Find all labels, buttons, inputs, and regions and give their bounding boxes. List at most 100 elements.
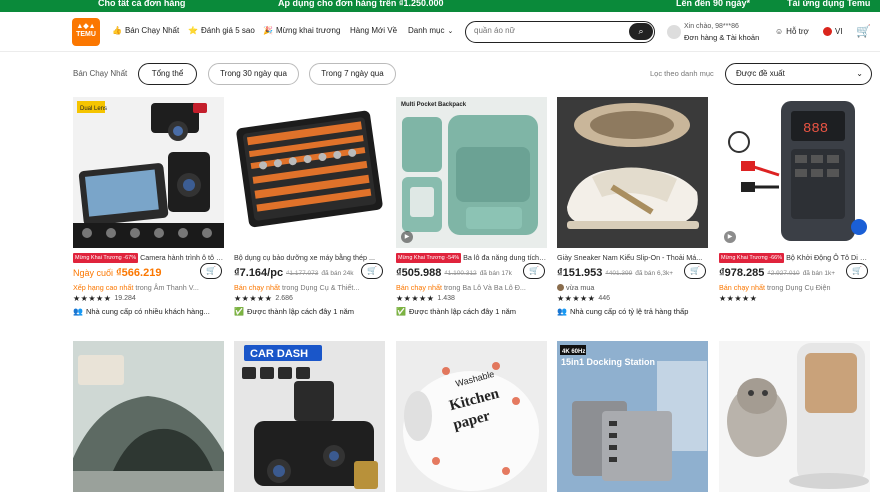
pill-7-days[interactable]: Trong 7 ngày qua [309,63,396,85]
recent-buyer-text: vừa mua [557,283,708,292]
product-price: ₫151.953 [557,267,603,279]
cart-icon[interactable]: 🛒 [856,24,871,38]
search-button[interactable]: ⌕ [629,23,653,40]
product-image[interactable] [73,341,224,492]
add-to-cart-button[interactable]: 🛒 [523,263,545,279]
nav-label: Danh mục [408,26,445,35]
pill-30-days[interactable]: Trong 30 ngày qua [208,63,299,85]
original-price: ₫1.100.312 [444,269,477,277]
discount-badge: Mừng Khai Trương -54% [396,252,462,263]
backpack-image: Multi Pocket Backpack [396,97,547,248]
rating-count: 1.438 [437,295,455,302]
ranking-highlight: Xếp hạng cao nhất [73,283,134,292]
add-to-cart-button[interactable]: 🛒 [200,263,222,279]
ranking-highlight: Bán chạy nhất [234,283,280,292]
add-to-cart-button[interactable]: 🛒 [846,263,868,279]
seller-info: ✅ Được thành lập cách đây 1 năm [396,307,547,316]
language-selector[interactable]: VI [823,27,843,36]
promo-center: Áp dụng cho đơn hàng trên ₫1.250.000 [278,0,444,8]
nav-label: Hàng Mới Về [350,26,398,35]
jump-starter-image: 888 [719,97,870,248]
temu-logo[interactable]: ▲◆▲ TEMU [72,18,100,46]
play-video-icon[interactable]: ▶ [401,231,413,243]
product-image[interactable] [234,97,385,248]
nav-label: Mừng khai trương [275,26,341,35]
dual-lens-tag: Dual Lens [80,106,107,112]
help-link[interactable]: ☺ Hỗ trợ [775,27,809,36]
rating-row: ★★★★★ 446 [557,294,708,303]
vietnam-flag-icon [823,27,832,36]
nav-categories[interactable]: Danh mục ⌄ [408,26,453,35]
dashcam-image: Dual Lens [73,97,224,248]
product-title[interactable]: Bộ dụng cụ bảo dưỡng xe máy bằng thép ..… [234,253,375,262]
display-digits: 888 [803,121,828,137]
original-price: ₫2.927.010 [767,269,800,277]
party-icon: 🎉 [263,26,273,35]
rating-count: 19.284 [114,295,136,302]
nav-best-sellers[interactable]: 👍 Bán Chạy Nhất [112,26,179,35]
thumbs-up-icon: 👍 [112,26,122,35]
discount-badge: Mừng Khai Trương -67% [73,252,139,263]
ranking-category: trong Âm Thanh V... [133,283,199,292]
ranking-text: Xếp hạng cao nhất trong Âm Thanh V... [73,283,224,292]
sold-count: đã bán 24k [321,269,354,277]
nav-label: Bán Chạy Nhất [124,26,180,35]
nav-new-arrivals[interactable]: Hàng Mới Về [350,26,397,35]
pill-overall[interactable]: Tổng thể [138,63,197,85]
search-input[interactable] [474,26,624,35]
help-label: Hỗ trợ [786,27,809,36]
car-dash-image: CAR DASH [234,341,385,492]
star-rating: ★★★★★ [73,294,112,303]
product-image[interactable]: CAR DASH [234,341,385,492]
section-label: Bán Chạy Nhất [73,69,128,78]
star-rating: ★★★★★ [396,294,435,303]
headset-icon: ☺ [775,27,784,36]
discount-badge: Mừng Khai Trương -66% [719,252,785,263]
search-bar: ⌕ [465,21,655,43]
promo-left: Cho tất cả đơn hàng [98,0,186,8]
product-price: ₫566.219 [116,267,162,279]
product-title-row: Mừng Khai Trương -67% Camera hành trình … [73,252,224,263]
tool-set-image [234,97,385,248]
product-image[interactable] [719,341,870,492]
seller-text: Nhà cung cấp có nhiều khách hàng... [85,307,210,316]
add-to-cart-button[interactable]: 🛒 [684,263,706,279]
star-rating: ★★★★★ [557,294,596,303]
seller-text: Được thành lập cách đây 1 năm [408,307,517,316]
cart-plus-icon: 🛒 [852,266,862,275]
product-image[interactable]: 888 ▶ [719,97,870,248]
kitchen-paper-image: Washable Kitchen paper [396,341,547,492]
users-icon: 👥 [73,307,83,316]
product-image[interactable]: 4K 60Hz 15in1 Docking Station [557,341,708,492]
product-title[interactable]: Ba lô đa năng dung tích lớ... [463,253,547,262]
add-to-cart-button[interactable]: 🛒 [361,263,383,279]
rating-count: 2.686 [275,295,293,302]
seller-text: Nhà cung cấp có tỷ lệ trả hàng thấp [569,307,689,316]
product-image[interactable]: Dual Lens [73,97,224,248]
product-title[interactable]: Bộ Khởi Động Ô Tô Di Độn... [786,253,870,262]
product-title[interactable]: Camera hành trình ô tô 10... [140,253,224,262]
account-greeting: Xin chào, 98***86 [684,23,739,30]
seller-info: ✅ Được thành lập cách đây 1 năm [234,307,385,316]
last-day-label: Ngày cuối [73,268,114,278]
sort-dropdown[interactable]: Được đề xuất ⌄ [725,63,872,85]
ranking-highlight: Bán chạy nhất [719,283,765,292]
lang-label: VI [835,27,843,36]
rating-row: ★★★★★ [719,294,870,303]
play-video-icon[interactable]: ▶ [724,231,736,243]
nav-label: Đánh giá 5 sao [200,26,255,35]
product-title-row: Mừng Khai Trương -54% Ba lô đa năng dung… [396,252,547,263]
product-title[interactable]: Giày Sneaker Nam Kiểu Slip-On - Thoải Má… [557,253,702,262]
product-image[interactable] [557,97,708,248]
ranking-text: Bán chạy nhất trong Dụng Cụ & Thiết... [234,283,385,292]
logo-text: TEMU [76,31,96,39]
nav-five-star[interactable]: ⭐ Đánh giá 5 sao [188,26,255,35]
account-menu[interactable]: Xin chào, 98***86 Đơn hàng & Tài khoản [667,23,767,47]
product-image[interactable]: Multi Pocket Backpack ▶ [396,97,547,248]
nav-grand-opening[interactable]: 🎉 Mừng khai trương [263,26,340,35]
avatar [667,25,681,39]
buyer-avatar [557,284,564,291]
rating-row: ★★★★★ 1.438 [396,294,547,303]
promo-banner[interactable]: Cho tất cả đơn hàng Áp dụng cho đơn hàng… [0,0,880,12]
product-image[interactable]: Washable Kitchen paper [396,341,547,492]
